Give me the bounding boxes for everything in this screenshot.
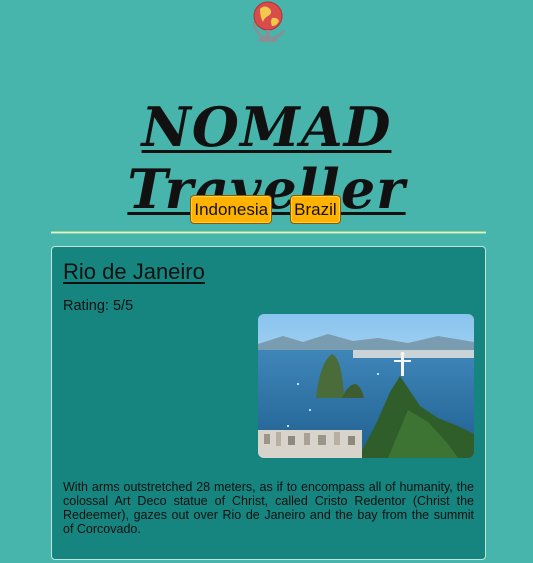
nav-button-indonesia[interactable]: Indonesia — [190, 195, 273, 224]
destination-title[interactable]: Rio de Janeiro — [63, 259, 205, 285]
country-nav: Indonesia Brazil — [0, 195, 533, 224]
divider — [51, 231, 486, 234]
rio-de-janeiro-photo — [258, 314, 474, 458]
destination-rating: Rating: 5/5 — [63, 298, 134, 314]
page: NOMAD Traveller Indonesia Brazil Rio de … — [0, 0, 533, 563]
destination-card: Rio de Janeiro Rating: 5/5 With arms out… — [51, 246, 486, 560]
globe-icon[interactable] — [246, 0, 292, 46]
nav-button-brazil[interactable]: Brazil — [290, 195, 341, 224]
destination-description: With arms outstretched 28 meters, as if … — [63, 480, 474, 536]
